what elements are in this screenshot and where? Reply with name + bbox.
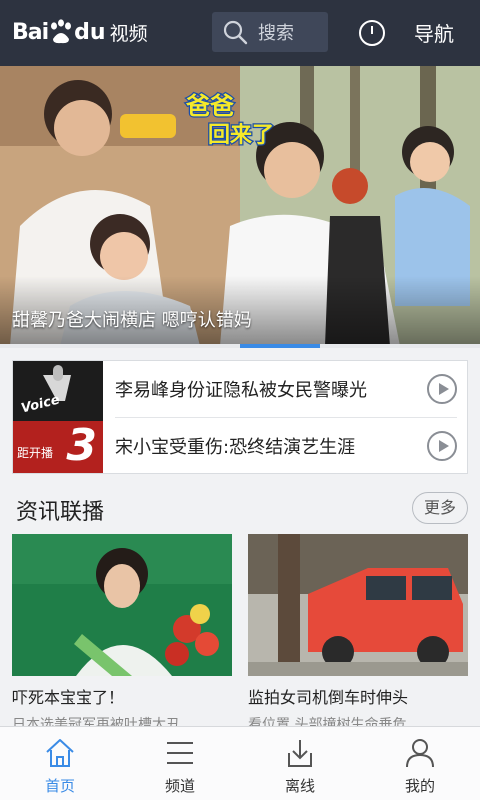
voice-china-poster[interactable]: Voice 距开播 3: [13, 361, 103, 473]
tab-label: 离线: [284, 777, 315, 795]
paw-icon: [51, 19, 72, 44]
banner-caption: 甜馨乃爸大闹横店 嗯哼认错妈: [12, 310, 252, 331]
home-icon: [46, 739, 74, 767]
logo-du-text: du: [74, 19, 106, 45]
badge-line2: 回来了: [208, 123, 274, 148]
featured-banner[interactable]: 爸爸 回来了 甜馨乃爸大闹横店 嗯哼认错妈: [0, 66, 480, 346]
list-icon: [167, 742, 193, 764]
news-item[interactable]: 吓死本宝宝了！ 日本选美冠军再被吐槽太丑: [12, 534, 232, 734]
hot-item[interactable]: 宋小宝受重伤:恐终结演艺生涯: [115, 418, 469, 474]
tab-channels[interactable]: 频道: [120, 727, 240, 800]
news-item[interactable]: 监拍女司机倒车时伸头 看位置 头部撞树生命垂危: [248, 534, 468, 734]
logo-bai-text: Bai: [12, 19, 49, 45]
countdown-digit: 3: [66, 420, 97, 471]
logo-video-text: 视频: [109, 22, 148, 45]
car-crash-image: [248, 534, 468, 676]
play-icon[interactable]: [427, 374, 457, 404]
tab-label: 我的: [404, 777, 435, 795]
history-clock-icon[interactable]: [358, 19, 386, 47]
bottom-tab-bar: 首页 频道 离线 我的: [0, 726, 480, 800]
hot-item-title: 宋小宝受重伤:恐终结演艺生涯: [115, 437, 356, 458]
user-icon: [406, 739, 434, 768]
tab-label: 频道: [164, 777, 195, 795]
navigation-button[interactable]: 导航: [414, 18, 454, 47]
news-thumbnail: [12, 534, 232, 676]
badge-line1: 爸爸: [185, 92, 234, 120]
pageant-image: [12, 534, 232, 676]
banner-page-indicator: [0, 344, 480, 348]
play-icon[interactable]: [427, 431, 457, 461]
tab-label: 首页: [44, 777, 75, 795]
search-placeholder: 搜索: [258, 23, 294, 44]
download-icon: [288, 740, 312, 767]
news-title: 监拍女司机倒车时伸头: [248, 688, 409, 707]
search-box[interactable]: 搜索: [212, 12, 328, 52]
baidu-video-logo[interactable]: Bai du 视频: [12, 14, 148, 50]
hot-item-title: 李易峰身份证隐私被女民警曝光: [115, 380, 367, 401]
hot-item[interactable]: 李易峰身份证隐私被女民警曝光: [115, 361, 469, 417]
tab-offline[interactable]: 离线: [240, 727, 360, 800]
hot-list-card: Voice 距开播 3 李易峰身份证隐私被女民警曝光 宋小宝受重伤:恐终结演艺生…: [12, 360, 468, 474]
top-bar: Bai du 视频 搜索 导航: [0, 0, 480, 66]
more-button[interactable]: 更多: [412, 492, 468, 524]
tab-mine[interactable]: 我的: [360, 727, 480, 800]
section-title: 资讯联播: [16, 500, 105, 525]
search-icon: [223, 20, 248, 45]
tab-home[interactable]: 首页: [0, 727, 120, 800]
pre-broadcast-label: 距开播: [17, 446, 54, 460]
news-thumbnail: [248, 534, 468, 676]
news-title: 吓死本宝宝了！: [12, 688, 125, 707]
active-indicator: [240, 344, 320, 348]
